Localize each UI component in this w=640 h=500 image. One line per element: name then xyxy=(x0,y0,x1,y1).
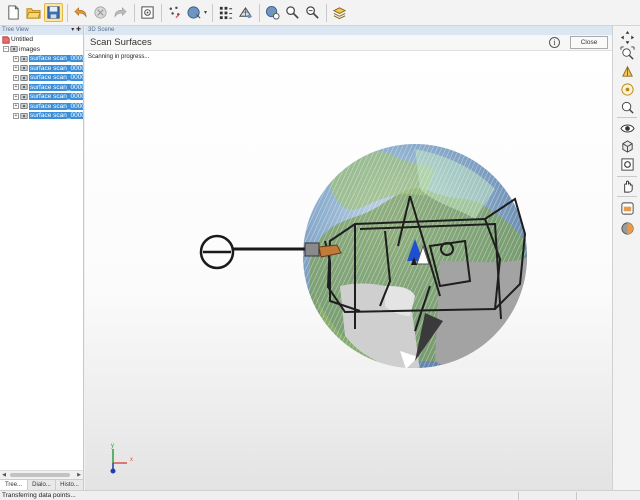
dialog-title: Scan Surfaces xyxy=(90,37,152,48)
tree-item-surface-scan[interactable]: + surface scan_0000 xyxy=(0,73,83,83)
expand-icon[interactable]: + xyxy=(13,93,19,100)
georef-icon[interactable] xyxy=(263,3,282,22)
main-toolbar: ▾ xyxy=(0,0,640,26)
open-folder-icon[interactable] xyxy=(24,3,43,22)
tree-group-images[interactable]: − images xyxy=(0,45,83,55)
tree-item-surface-scan[interactable]: + surface scan_0000 xyxy=(0,64,83,74)
right-toolbar xyxy=(612,26,640,490)
capture-icon[interactable] xyxy=(138,3,157,22)
hand-pan-icon[interactable] xyxy=(619,178,635,194)
camera-settings-icon[interactable] xyxy=(619,156,635,172)
tree-item-label: surface scan_0000 xyxy=(29,93,83,101)
pyramid-icon[interactable] xyxy=(619,63,635,79)
clip-box-icon[interactable] xyxy=(619,200,635,216)
scan-file-icon xyxy=(20,84,28,91)
toolbar-separator xyxy=(161,3,162,22)
axis-x-label: x xyxy=(130,457,133,463)
target-icon[interactable] xyxy=(619,81,635,97)
status-bar: Transferring data points... xyxy=(0,490,640,500)
expand-icon[interactable]: + xyxy=(13,112,19,119)
tree-item-surface-scan[interactable]: + surface scan_0000 xyxy=(0,102,83,112)
redo-icon[interactable] xyxy=(111,3,130,22)
tree-item-surface-scan[interactable]: + surface scan_0000 xyxy=(0,92,83,102)
scan-file-icon xyxy=(20,93,28,100)
magnify-icon[interactable] xyxy=(283,3,302,22)
scan-file-icon xyxy=(20,74,28,81)
axis-triad: x y xyxy=(110,443,133,474)
point-pick-icon[interactable] xyxy=(165,3,184,22)
toolbar-separator xyxy=(134,3,135,22)
shading-icon[interactable] xyxy=(619,220,635,236)
tree-root-label: Untitled xyxy=(11,36,34,44)
zoom-region-icon[interactable] xyxy=(303,3,322,22)
undo-icon[interactable] xyxy=(71,3,90,22)
axis-y-label: y xyxy=(111,443,114,449)
scan-file-icon xyxy=(20,112,28,119)
tree-item-surface-scan[interactable]: + surface scan_0000 xyxy=(0,111,83,121)
cut-icon[interactable] xyxy=(91,3,110,22)
zoom-fit-icon[interactable] xyxy=(619,99,635,115)
toolbar-separator xyxy=(259,3,261,22)
dropdown-caret-icon[interactable]: ▾ xyxy=(204,9,207,16)
expand-icon[interactable]: + xyxy=(13,74,19,81)
panel-tabs: Tree... Dialo... Histo... xyxy=(0,479,84,490)
tree-item-label: surface scan_0000 xyxy=(29,112,83,120)
status-divider xyxy=(518,492,519,500)
tree-view-title-text: Tree View xyxy=(2,27,29,33)
collapse-icon[interactable]: − xyxy=(3,46,9,53)
toolbar-separator xyxy=(326,3,328,22)
project-icon xyxy=(2,36,10,44)
tree-view-title: Tree View ▾ ✚ xyxy=(0,26,83,35)
expand-icon[interactable]: + xyxy=(13,65,19,72)
scan-file-icon xyxy=(20,55,28,62)
scene-panel-title: 3D Scene xyxy=(85,26,612,35)
right-toolbar-separator xyxy=(617,196,637,197)
tree-item-label: surface scan_0000 xyxy=(29,74,83,82)
tree-item-surface-scan[interactable]: + surface scan_0000 xyxy=(0,54,83,64)
tree-view-panel: Tree View ▾ ✚ Untitled − images + surface… xyxy=(0,26,84,490)
toolbar-separator xyxy=(67,3,68,22)
tab-dialog[interactable]: Dialo... xyxy=(28,480,56,490)
3d-viewport[interactable]: Scanning in progress... x y xyxy=(85,51,612,490)
scroll-left-icon[interactable]: ◀ xyxy=(0,471,8,479)
right-toolbar-separator xyxy=(617,176,637,177)
toolbar-separator xyxy=(212,3,214,22)
tree-item-label: surface scan_0000 xyxy=(29,55,83,63)
globe-point-icon[interactable] xyxy=(185,3,204,22)
scan-dialog-header: Scan Surfaces i Close xyxy=(85,35,612,51)
mesh-icon[interactable] xyxy=(236,3,255,22)
tree-item-label: surface scan_0000 xyxy=(29,64,83,72)
pin-icon[interactable]: ▾ ✚ xyxy=(71,26,81,35)
layers-icon[interactable] xyxy=(330,3,349,22)
tab-tree[interactable]: Tree... xyxy=(0,480,28,490)
grid-points-icon[interactable] xyxy=(216,3,235,22)
navigate-icon[interactable] xyxy=(619,29,635,45)
scan-file-icon xyxy=(20,103,28,110)
cube-view-icon[interactable] xyxy=(619,138,635,154)
status-text: Transferring data points... xyxy=(2,492,76,499)
images-folder-icon xyxy=(10,46,18,53)
scroll-thumb[interactable] xyxy=(10,473,70,477)
tree-item-label: surface scan_0000 xyxy=(29,102,83,110)
expand-icon[interactable]: + xyxy=(13,55,19,62)
right-toolbar-separator xyxy=(617,117,637,118)
tree-horizontal-scrollbar[interactable]: ◀ ▶ xyxy=(0,470,83,479)
scan-file-icon xyxy=(20,65,28,72)
expand-icon[interactable]: + xyxy=(13,84,19,91)
close-button[interactable]: Close xyxy=(570,36,608,49)
save-icon[interactable] xyxy=(44,3,63,22)
status-divider xyxy=(576,492,577,500)
tree-group-label: images xyxy=(19,45,40,53)
tree-root[interactable]: Untitled xyxy=(0,35,83,45)
tree-item-surface-scan[interactable]: + surface scan_0000 xyxy=(0,83,83,93)
zoom-extents-icon[interactable] xyxy=(619,45,635,61)
tree-item-label: surface scan_0000 xyxy=(29,83,83,91)
scan-scene: x y xyxy=(110,144,527,474)
scroll-right-icon[interactable]: ▶ xyxy=(75,471,83,479)
tab-history[interactable]: Histo... xyxy=(56,480,84,490)
info-button[interactable]: i xyxy=(549,37,560,48)
expand-icon[interactable]: + xyxy=(13,103,19,110)
visibility-eye-icon[interactable] xyxy=(619,120,635,136)
new-file-icon[interactable] xyxy=(4,3,23,22)
